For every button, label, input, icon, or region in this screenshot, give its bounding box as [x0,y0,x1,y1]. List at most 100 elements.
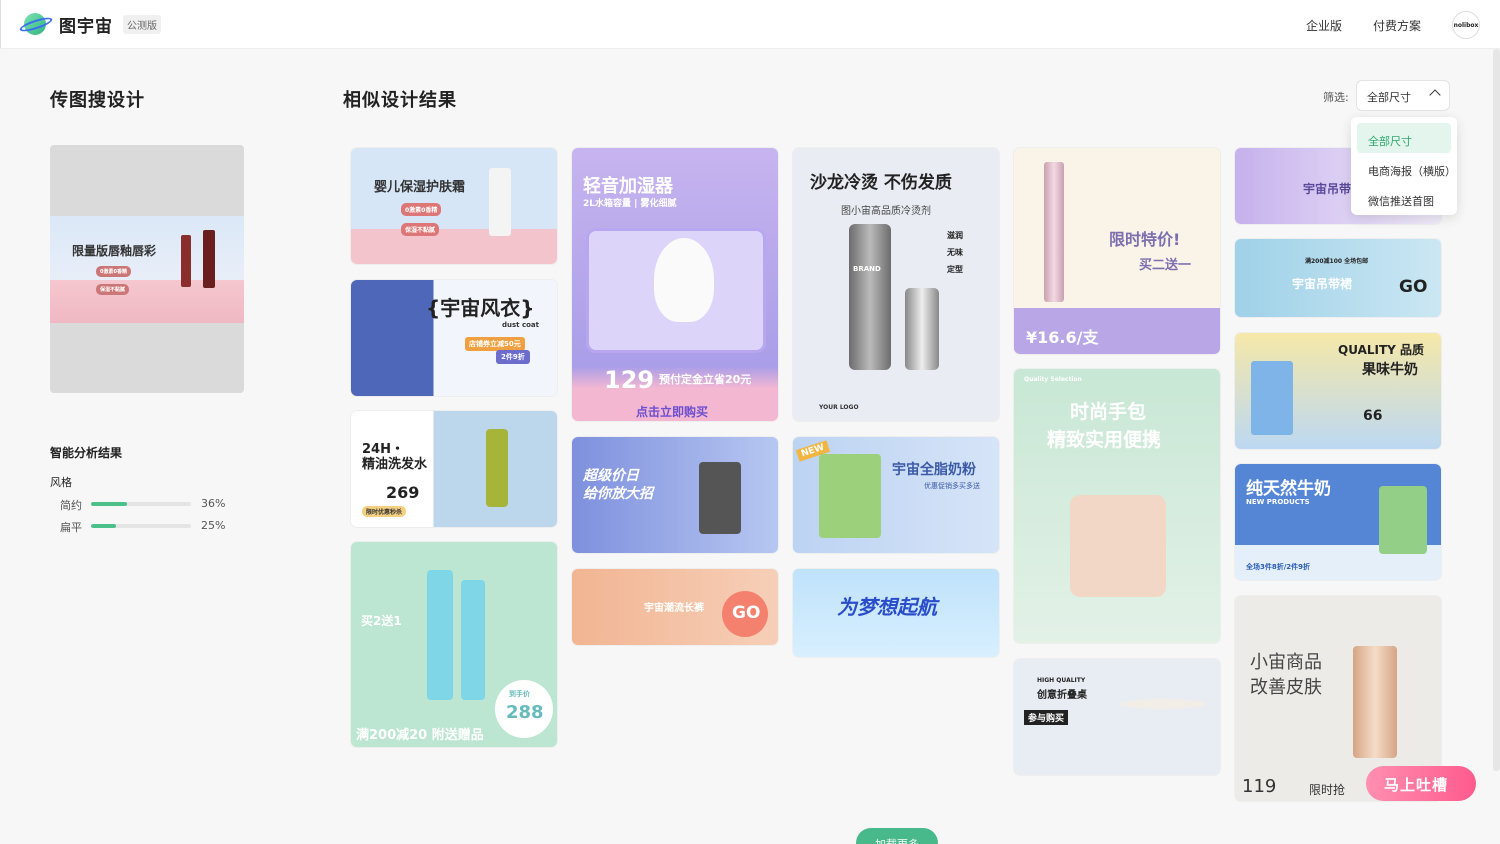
brand-name: 图宇宙 [59,16,113,37]
design-card[interactable]: 婴儿保湿护肤霜 0激素0香精 保湿不黏腻 [351,148,557,264]
card-title: 超级价日 [583,468,639,484]
card-text: 图小宙高品质冷烫剂 [841,206,931,217]
metric-bar-fill [91,502,127,506]
card-title: 宇宙吊带裙 [1292,277,1353,291]
card-title: {宇宙风衣} [426,296,535,320]
upload-search-title: 传图搜设计 [50,90,145,111]
design-card[interactable]: 24H・ 精油洗发水 269 限时优惠秒杀 [351,411,557,527]
metric-row: 扁平 25% [60,519,230,534]
card-title: 纯天然牛奶 [1246,479,1331,499]
lipstick-graphic [181,235,191,287]
design-card[interactable]: 为梦想起航 [793,569,999,657]
card-text: HIGH QUALITY [1037,677,1086,684]
product-graphic [486,429,508,507]
card-text: Quality Selection [1024,376,1082,383]
card-title: 改善皮肤 [1250,677,1322,698]
uploaded-image-tag: 保湿不黏腻 [96,284,130,295]
metric-bar-fill [91,524,116,528]
card-title: 宇宙全脂奶粉 [892,462,976,478]
card-cta: 点击立即购买 [636,405,709,419]
card-title: 小宙商品 [1250,652,1322,673]
card-price: ¥16.6/支 [1026,328,1099,347]
uploaded-image-box[interactable]: 限量版唇釉唇彩 0激素0香精 保湿不黏腻 [50,145,244,393]
card-text: 滋润 [947,231,963,240]
card-title: 精油洗发水 [362,457,428,472]
filter-option-ecommerce-poster[interactable]: 电商海报（横版） [1357,153,1456,183]
card-text: GO [732,603,761,623]
card-price: 269 [386,483,420,502]
filter-label: 筛选: [1323,91,1349,104]
uploaded-image: 限量版唇釉唇彩 0激素0香精 保湿不黏腻 [50,216,244,323]
product-graphic [461,580,485,700]
chevron-up-icon [1429,89,1441,101]
card-title: 创意折叠桌 [1037,690,1087,701]
design-card[interactable]: Quality Selection 时尚手包 精致实用便携 [1014,369,1220,643]
design-card[interactable]: QUALITY 品质 果味牛奶 66 [1235,333,1441,449]
filter-value: 全部尺寸 [1367,91,1411,104]
card-tag: 0激素0香精 [401,203,442,216]
design-card[interactable]: NEW 宇宙全脂奶粉 优惠促销多买多送 [793,437,999,553]
card-text: 到手价 [509,690,530,698]
card-text: 优惠促销多买多送 [924,482,980,490]
design-card[interactable]: HIGH QUALITY 创意折叠桌 参与购买 [1014,659,1220,775]
design-card[interactable]: 限时特价! 买二送一 ¥16.6/支 [1014,148,1220,354]
design-card[interactable]: 满200减100 全场包邮 宇宙吊带裙 GO [1235,239,1441,317]
metric-name: 扁平 [60,521,82,534]
results-title: 相似设计结果 [343,90,457,111]
product-graphic [1070,495,1166,597]
metric-percent: 36% [201,497,226,510]
product-graphic [427,570,453,700]
filter-option-all[interactable]: 全部尺寸 [1357,123,1451,153]
card-title: 时尚手包 [1070,401,1147,423]
product-graphic [849,224,891,370]
filter-option-wechat-cover[interactable]: 微信推送首图 [1357,183,1451,213]
card-title: 沙龙冷烫 不伤发质 [810,173,952,193]
design-card[interactable]: 轻音加湿器 2L水箱容量 | 雾化细腻 129 预付定金立省20元 点击立即购买 [572,148,778,421]
metric-name: 简约 [60,499,82,512]
card-title: 满200减20 附送赠品 [356,728,484,743]
product-graphic [905,288,939,370]
product-graphic [819,454,881,538]
card-text: 预付定金立省20元 [659,373,752,386]
card-tag: 店铺券立减50元 [465,337,525,351]
planet-logo-icon [18,11,54,37]
card-title: 限时特价! [1109,230,1181,249]
uploaded-image-tag: 0激素0香精 [96,266,131,277]
nav-enterprise[interactable]: 企业版 [1306,17,1342,34]
card-title: 轻音加湿器 [583,176,673,197]
card-tag: 保湿不黏腻 [401,223,440,236]
card-logo-text: YOUR LOGO [819,404,859,411]
metric-bar [91,502,191,506]
size-filter-dropdown: 全部尺寸 电商海报（横版） 微信推送首图 [1351,117,1457,215]
product-graphic [1379,486,1427,554]
card-text: 全场3件8折/2件9折 [1246,563,1311,571]
style-label: 风格 [50,476,72,489]
feedback-button[interactable]: 马上吐槽 [1366,766,1476,801]
card-title: QUALITY 品质 [1338,343,1425,357]
design-card[interactable]: 纯天然牛奶 NEW PRODUCTS 全场3件8折/2件9折 [1235,464,1441,580]
card-title: 精致实用便携 [1047,429,1162,451]
design-card[interactable]: 宇宙潮流长裤 GO [572,569,778,645]
load-more-button[interactable]: 加载更多 [856,828,938,844]
size-filter-select[interactable]: 全部尺寸 [1356,80,1450,111]
page-scrollbar[interactable] [1493,49,1500,771]
avatar[interactable]: nolibox [1452,11,1480,39]
design-card[interactable]: 沙龙冷烫 不伤发质 图小宙高品质冷烫剂 BRAND 滋润 无味 定型 YOUR … [793,148,999,421]
design-card[interactable]: {宇宙风衣} dust coat 店铺券立减50元 2件9折 [351,280,557,396]
card-price: 66 [1363,408,1383,424]
card-title: 果味牛奶 [1362,362,1418,378]
card-tag: 满200减100 全场包邮 [1305,258,1369,265]
card-text: BRAND [853,265,881,273]
card-title: 宇宙吊带 [1303,182,1352,196]
design-card[interactable]: 超级价日 给你放大招 [572,437,778,553]
card-tag: 限时优惠秒杀 [362,506,407,517]
brand-logo[interactable]: 图宇宙 公测版 [18,11,161,37]
uploaded-image-heading: 限量版唇釉唇彩 [72,244,157,258]
card-title: 婴儿保湿护肤霜 [374,180,466,195]
nav-pricing[interactable]: 付费方案 [1373,17,1421,34]
metric-row: 简约 36% [60,497,230,512]
card-text: GO [1399,277,1428,297]
design-card[interactable]: 买2送1 到手价 288 满200减20 附送赠品 [351,542,557,747]
card-price: 288 [506,702,544,723]
card-text: 无味 [947,248,963,257]
